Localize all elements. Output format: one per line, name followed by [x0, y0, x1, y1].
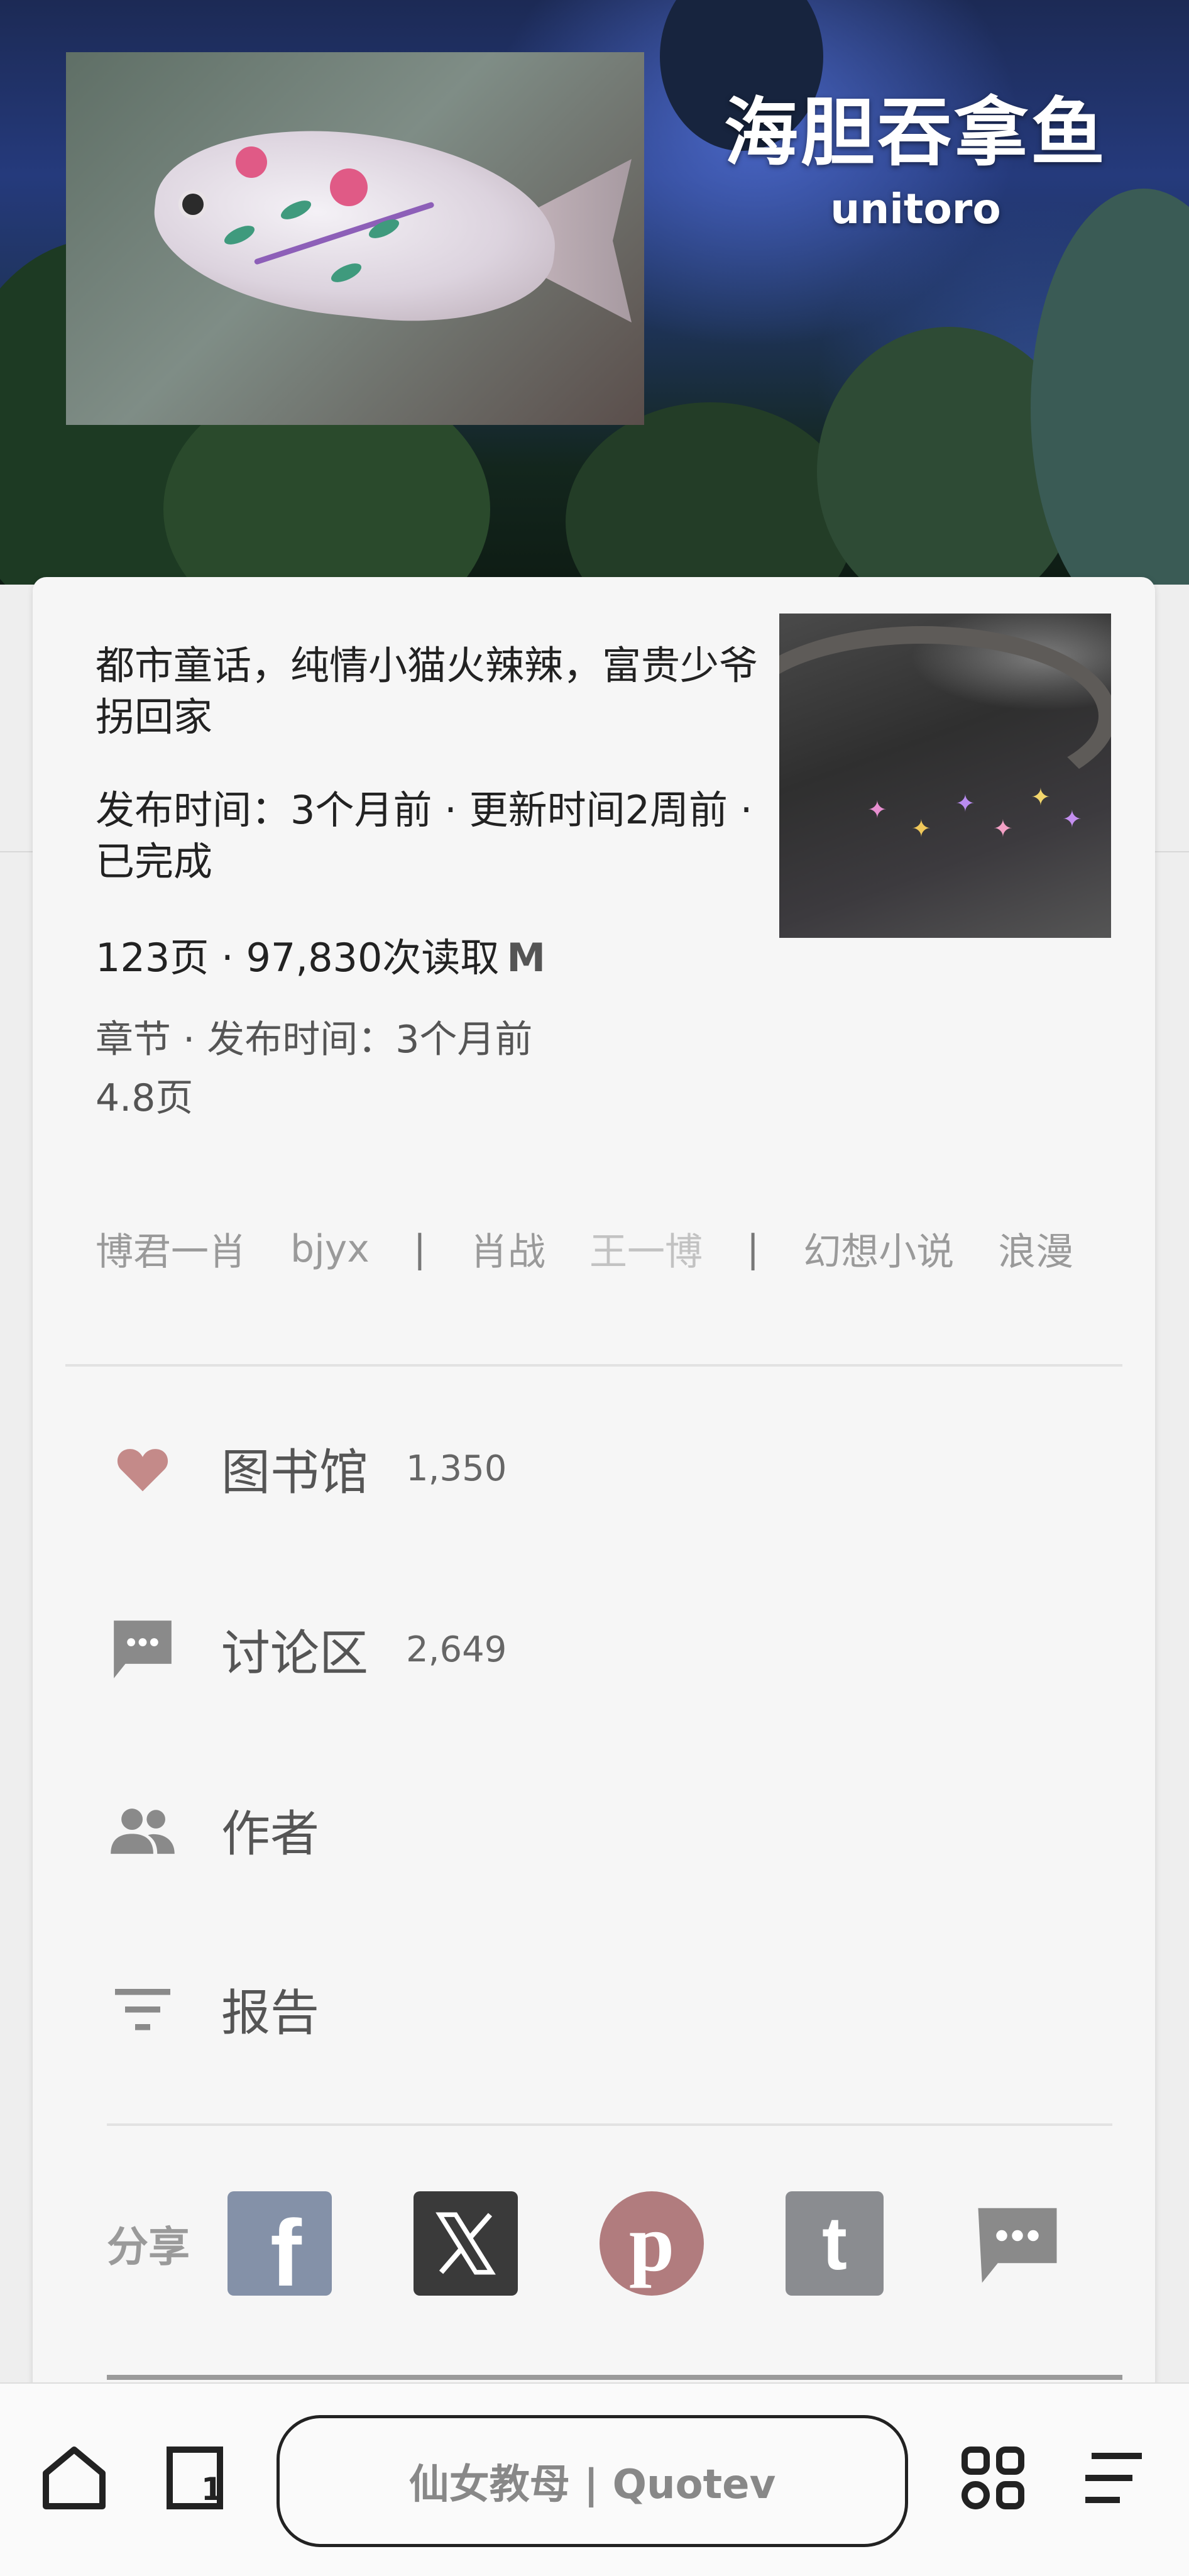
tag-item[interactable]: 幻想小说	[803, 1221, 954, 1276]
tag-item[interactable]: 博君一肖	[96, 1221, 246, 1276]
menu-library[interactable]: 图书馆 1,350	[108, 1433, 507, 1504]
pages-reads: 123页 · 97,830次读取	[96, 935, 500, 981]
card-bottom-bar	[107, 2375, 1122, 2380]
author-handle[interactable]: unitoro	[724, 185, 1107, 233]
tag-list: 博君一肖 bjyx | 肖战 王一博 | 幻想小说 浪漫	[96, 1221, 1073, 1276]
sparkle-icon: ✦	[911, 815, 931, 842]
address-bar[interactable]: 仙女教母 | Quotev	[277, 2415, 908, 2547]
heart-icon	[108, 1434, 177, 1503]
fish-body	[145, 113, 565, 337]
chapter-line: 章节 · 发布时间：3个月前	[96, 1018, 533, 1062]
menu-author[interactable]: 作者	[108, 1795, 319, 1865]
pinterest-icon: p	[628, 2198, 675, 2289]
facebook-icon: f	[270, 2200, 302, 2306]
chat-icon	[108, 1615, 177, 1684]
fountain-rim	[779, 626, 1111, 806]
foliage	[566, 402, 855, 585]
report-label: 报告	[221, 1985, 320, 2042]
tabs-icon[interactable]: 1	[157, 2440, 233, 2516]
message-icon	[978, 2208, 1057, 2283]
flower	[330, 168, 368, 206]
publish-info: 发布时间：3个月前 · 更新时间2周前 · 已完成	[96, 787, 753, 885]
sparkle-icon: ✦	[867, 796, 887, 823]
tumblr-icon: t	[822, 2201, 847, 2286]
library-label: 图书馆	[221, 1445, 369, 1501]
tag-item[interactable]: bjyx	[290, 1227, 370, 1271]
tab-count: 1	[201, 2471, 223, 2507]
chapter-pages: 4.8页	[96, 1076, 194, 1120]
story-description: 都市童话，纯情小猫火辣辣，富贵少爷拐回家	[96, 642, 759, 740]
share-row: 分享 f p t	[107, 2191, 1070, 2300]
cover-image	[66, 52, 644, 425]
tag-item[interactable]: 王一博	[589, 1221, 703, 1276]
section-divider	[65, 1364, 1122, 1367]
chapter-info: 章节 · 发布时间：3个月前 4.8页	[96, 1011, 532, 1128]
menu-discussion[interactable]: 讨论区 2,649	[108, 1614, 507, 1685]
chapter-thumbnail[interactable]: ✦ ✦ ✦ ✦ ✦ ✦	[779, 614, 1111, 938]
story-info-card: 都市童话，纯情小猫火辣辣，富贵少爷拐回家 发布时间：3个月前 · 更新时间2周前…	[33, 577, 1155, 2463]
tag-item[interactable]: 肖战	[470, 1221, 545, 1276]
menu-report[interactable]: 报告	[108, 1974, 319, 2044]
title-block: 海胆吞拿鱼 unitoro	[724, 72, 1107, 233]
tag-separator: |	[413, 1226, 426, 1271]
story-header: 海胆吞拿鱼 unitoro	[0, 0, 1189, 585]
sparkle-icon: ✦	[993, 815, 1013, 842]
flower	[236, 146, 267, 178]
people-icon	[108, 1795, 177, 1864]
tumblr-share-button[interactable]: t	[786, 2191, 884, 2296]
tag-separator: |	[747, 1226, 760, 1271]
sparkle-icon: ✦	[1062, 805, 1082, 833]
library-count: 1,350	[406, 1448, 507, 1489]
book-title: 海胆吞拿鱼	[723, 89, 1107, 176]
discussion-count: 2,649	[406, 1629, 507, 1670]
x-icon	[436, 2212, 496, 2275]
section-divider	[107, 2123, 1112, 2126]
foliage	[1031, 189, 1189, 585]
sparkle-icon: ✦	[1031, 783, 1051, 811]
browser-bottom-bar: 1 仙女教母 | Quotev	[0, 2382, 1189, 2576]
rating-badge: M	[507, 935, 546, 981]
tag-item[interactable]: 浪漫	[998, 1221, 1073, 1276]
pinterest-share-button[interactable]: p	[600, 2191, 704, 2296]
sparkle-icon: ✦	[955, 790, 975, 817]
facebook-share-button[interactable]: f	[227, 2191, 332, 2300]
message-share-button[interactable]	[965, 2191, 1070, 2296]
discussion-label: 讨论区	[221, 1626, 369, 1682]
apps-grid-icon[interactable]	[955, 2440, 1031, 2516]
share-label: 分享	[107, 2223, 190, 2271]
home-icon[interactable]	[36, 2440, 112, 2516]
menu-icon[interactable]	[1076, 2440, 1151, 2516]
page-title-url: 仙女教母 | Quotev	[408, 2462, 776, 2508]
story-stats: 123页 · 97,830次读取 M	[96, 926, 545, 983]
author-label: 作者	[221, 1806, 320, 1863]
fish-eye	[182, 194, 204, 215]
x-share-button[interactable]	[414, 2191, 518, 2296]
filter-icon	[108, 1974, 177, 2044]
